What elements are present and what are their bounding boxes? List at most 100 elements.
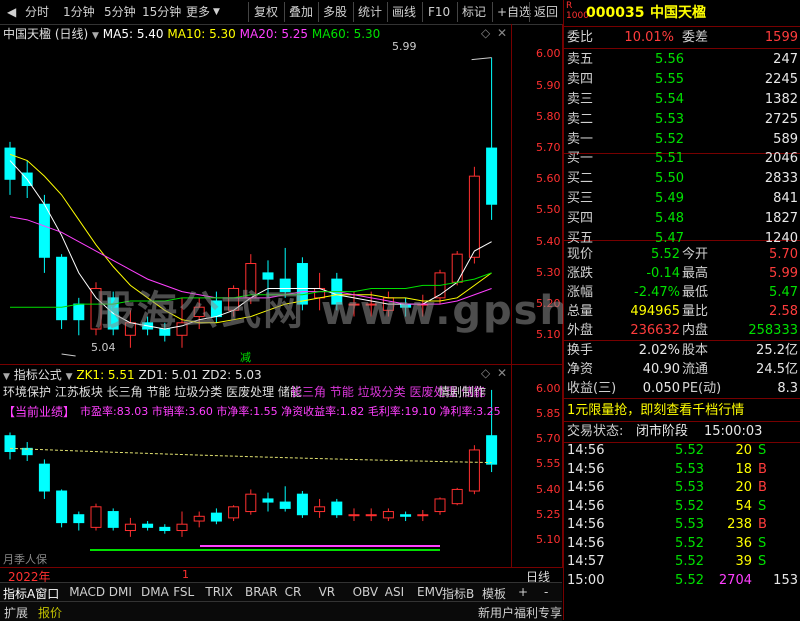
- stat-value: 5.99: [769, 266, 798, 281]
- candle-body: [38, 463, 50, 492]
- quote-stats-2: 换手 2.02% 股本 25.2亿 净资 40.90 流通 24.5亿 收益(三) 0.050 PE…: [564, 340, 800, 399]
- price-tick: 5.80: [536, 109, 561, 123]
- indicator-tab-right[interactable]: 模板: [482, 585, 506, 602]
- low-price-label: 5.04: [91, 341, 116, 354]
- stock-code: 000035: [586, 5, 645, 21]
- tick-direction: B: [758, 480, 767, 495]
- indicator-tick: 5.70: [536, 432, 561, 446]
- fuquan-button[interactable]: 复权: [251, 3, 281, 21]
- tick-time: 14:56: [567, 535, 605, 551]
- candle-body: [296, 493, 308, 516]
- level-price: 5.48: [655, 211, 684, 226]
- indicator-tab[interactable]: MACD: [69, 585, 105, 599]
- tick-direction: S: [758, 443, 767, 458]
- tick-time: 14:56: [567, 517, 605, 532]
- stat-row: 总量 494965 量比 2.58: [564, 301, 800, 322]
- indicator-tab-right[interactable]: +: [518, 585, 528, 599]
- period-5min-button[interactable]: 5分钟: [101, 3, 139, 21]
- level-label: 买二: [567, 171, 594, 186]
- candle-body: [434, 498, 446, 513]
- stat-value: -2.47%: [634, 285, 680, 300]
- indicator-tab[interactable]: TRIX: [205, 585, 232, 599]
- level-price: 5.49: [655, 191, 684, 206]
- candle-body: [365, 514, 377, 517]
- candle-body: [107, 511, 119, 528]
- level-volume: 1382: [764, 92, 798, 107]
- tick-row: 14:57 5.52 39 S: [564, 553, 800, 571]
- price-tick: 5.40: [536, 234, 561, 248]
- stat-row: 涨幅 -2.47% 最低 5.47: [564, 282, 800, 303]
- promo-link[interactable]: 1元限量抢，即刻查看千档行情: [567, 400, 744, 421]
- tick-time: 14:56: [567, 443, 605, 458]
- period-15min-button[interactable]: 15分钟: [139, 3, 184, 21]
- indicator-tab[interactable]: BRAR: [245, 585, 278, 599]
- tick-price: 5.52: [675, 443, 704, 458]
- stat-value: 8.3: [777, 381, 798, 396]
- overlay-button[interactable]: 叠加: [286, 3, 316, 21]
- weicha-label: 委差: [682, 30, 709, 45]
- stat-label: 流通: [682, 362, 709, 377]
- return-button[interactable]: 返回: [531, 3, 561, 21]
- multi-stock-button[interactable]: 多股: [320, 3, 350, 21]
- period-fenshi-button[interactable]: 分时: [22, 3, 52, 21]
- candle-body: [262, 498, 274, 503]
- more-dropdown-icon[interactable]: ▼: [210, 3, 223, 21]
- stat-value: 24.5亿: [756, 362, 798, 377]
- tick-volume: 2704: [718, 572, 752, 588]
- order-level: 卖四 5.55 2245: [564, 69, 800, 90]
- price-tick: 6.00: [536, 47, 561, 61]
- candle-body: [176, 523, 188, 532]
- stat-label: 最低: [682, 285, 709, 300]
- level-volume: 2833: [764, 171, 798, 186]
- back-arrow-icon[interactable]: ◀: [4, 3, 19, 21]
- candle-body: [73, 514, 85, 524]
- quote-panel: R 1000 000035 中国天楹 委比 10.01% 委差 1599 卖五 5.…: [563, 0, 800, 620]
- tick-volume: 36: [735, 535, 752, 551]
- indicator-tab-bar: 指标A 窗口 MACD DMI DMA FSL TRIX BRAR CR VR OBV ASI EMV 指…: [0, 582, 562, 602]
- indicator-tab[interactable]: CR: [285, 585, 302, 599]
- mark-button[interactable]: 标记: [459, 3, 489, 21]
- indicator-tab-right[interactable]: 指标B: [442, 585, 474, 602]
- level-label: 买三: [567, 191, 594, 206]
- indicator-tab[interactable]: FSL: [173, 585, 194, 599]
- indicator-tab[interactable]: 指标A: [3, 585, 35, 602]
- indicator-tab[interactable]: EMV: [417, 585, 443, 599]
- stat-label: 外盘: [567, 323, 594, 338]
- expand-button[interactable]: 扩展: [4, 604, 28, 621]
- indicator-tab[interactable]: VR: [319, 585, 336, 599]
- period-more-button[interactable]: 更多: [183, 3, 213, 21]
- indicator-tab[interactable]: OBV: [353, 585, 379, 599]
- level-price: 5.50: [655, 171, 684, 186]
- level-price: 5.51: [655, 151, 684, 166]
- price-tick: 5.70: [536, 141, 561, 155]
- level-label: 卖二: [567, 112, 594, 127]
- candle-body: [56, 256, 68, 321]
- tick-volume: 54: [735, 498, 752, 514]
- new-user-promo-link[interactable]: 新用户福利专享: [478, 604, 562, 621]
- reduce-marker: 减: [240, 351, 251, 364]
- tick-row: 15:00 5.52 2704 153: [564, 572, 800, 590]
- weibi-label: 委比: [567, 30, 594, 45]
- period-1min-button[interactable]: 1分钟: [60, 3, 98, 21]
- draw-line-button[interactable]: 画线: [389, 3, 419, 21]
- indicator-tab[interactable]: 窗口: [35, 585, 59, 602]
- statistics-button[interactable]: 统计: [355, 3, 385, 21]
- tick-time: 14:56: [567, 498, 605, 514]
- f10-button[interactable]: F10: [425, 3, 453, 21]
- stat-label: PE(动): [682, 381, 722, 396]
- level-volume: 2725: [764, 112, 798, 127]
- candle-body: [90, 506, 102, 528]
- tick-price: 5.52: [675, 535, 704, 551]
- indicator-tick: 5.85: [536, 406, 561, 420]
- level-label: 买一: [567, 151, 594, 166]
- stat-row: 收益(三) 0.050 PE(动) 8.3: [564, 378, 800, 399]
- tick-direction: B: [758, 517, 767, 532]
- indicator-tab-right[interactable]: -: [544, 585, 548, 599]
- indicator-tab[interactable]: DMA: [141, 585, 169, 599]
- indicator-tab[interactable]: ASI: [385, 585, 404, 599]
- tick-price: 5.53: [675, 480, 704, 495]
- stat-label: 总量: [567, 304, 594, 319]
- indicator-tab[interactable]: DMI: [109, 585, 132, 599]
- order-level: 买三 5.49 841: [564, 188, 800, 209]
- stat-value: -0.14: [646, 266, 680, 281]
